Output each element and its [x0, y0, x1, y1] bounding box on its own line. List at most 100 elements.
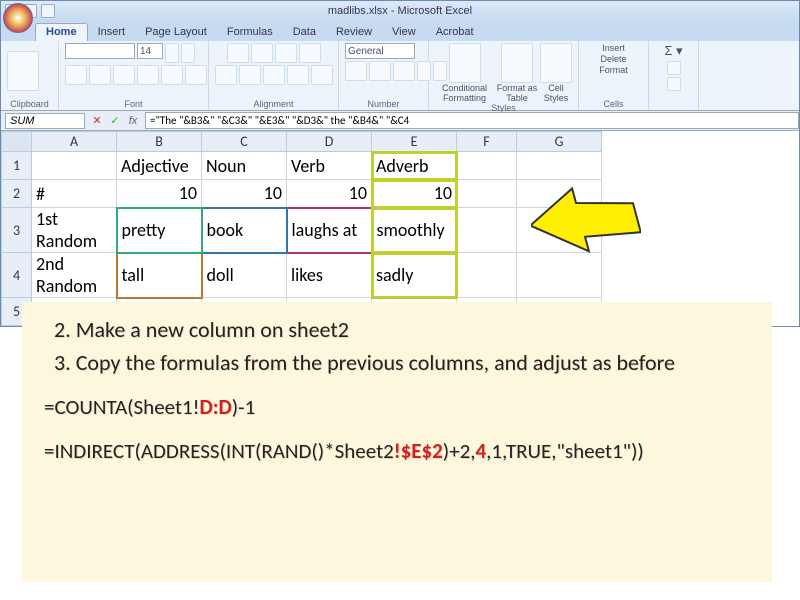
fat-label: Format as Table [496, 83, 538, 103]
grow-font-icon[interactable] [165, 43, 179, 63]
group-clipboard: Clipboard [7, 99, 52, 109]
cell[interactable]: pretty [117, 208, 202, 253]
format-as-table-button[interactable] [501, 43, 533, 83]
comma-icon[interactable] [393, 61, 415, 81]
tab-insert[interactable]: Insert [88, 24, 136, 41]
col-header[interactable]: C [202, 132, 287, 152]
cell[interactable]: doll [202, 253, 287, 298]
instruction-step-3: Copy the formulas from the previous colu… [54, 349, 750, 376]
formula-input[interactable]: ="The "&B3&" "&C3&" "&E3&" "&D3&" the "&… [145, 112, 799, 129]
percent-icon[interactable] [369, 61, 391, 81]
cell[interactable]: 2nd Random [32, 253, 117, 298]
bold-icon[interactable] [65, 65, 87, 85]
cancel-formula-icon[interactable]: ✕ [89, 113, 105, 129]
tab-acrobat[interactable]: Acrobat [426, 24, 484, 41]
cell[interactable]: 10 [202, 180, 287, 208]
redo-icon[interactable] [41, 4, 55, 18]
insert-cells-button[interactable]: Insert [602, 43, 625, 53]
tab-data[interactable]: Data [283, 24, 326, 41]
row-header[interactable]: 4 [2, 253, 32, 298]
cell[interactable]: laughs at [287, 208, 372, 253]
col-header[interactable]: A [32, 132, 117, 152]
currency-icon[interactable] [345, 61, 367, 81]
formula-example-1: =COUNTA(Sheet1!D:D)-1 [44, 394, 750, 420]
font-size-select[interactable]: 14 [137, 43, 163, 59]
cell[interactable] [517, 253, 602, 298]
office-button[interactable] [3, 3, 33, 33]
delete-cells-button[interactable]: Delete [600, 54, 626, 64]
paste-button[interactable] [7, 51, 39, 91]
cell[interactable]: tall [117, 253, 202, 298]
row-header[interactable]: 2 [2, 180, 32, 208]
col-header[interactable]: G [517, 132, 602, 152]
group-cells: Cells [585, 99, 642, 109]
name-box[interactable]: SUM [5, 113, 85, 129]
cell[interactable] [457, 152, 517, 180]
cell[interactable]: Noun [202, 152, 287, 180]
group-alignment: Alignment [215, 99, 332, 109]
shrink-font-icon[interactable] [181, 43, 195, 63]
align-middle-icon[interactable] [251, 43, 273, 63]
italic-icon[interactable] [89, 65, 111, 85]
cell[interactable] [517, 208, 602, 253]
tab-review[interactable]: Review [326, 24, 382, 41]
col-header[interactable]: F [457, 132, 517, 152]
row-header[interactable]: 3 [2, 208, 32, 253]
group-font: Font [65, 99, 202, 109]
cell[interactable]: 10 [287, 180, 372, 208]
formula-example-2: =INDIRECT(ADDRESS(INT(RAND()*Sheet2!$E$2… [44, 438, 750, 464]
align-bottom-icon[interactable] [275, 43, 297, 63]
fill-color-icon[interactable] [161, 65, 183, 85]
cell-styles-button[interactable] [540, 43, 572, 83]
border-icon[interactable] [137, 65, 159, 85]
conditional-formatting-button[interactable] [449, 43, 481, 83]
cell[interactable]: 1st Random [32, 208, 117, 253]
col-header[interactable]: B [117, 132, 202, 152]
cell[interactable] [517, 180, 602, 208]
cell[interactable]: book [202, 208, 287, 253]
cell[interactable]: 10 [372, 180, 457, 208]
cell[interactable]: likes [287, 253, 372, 298]
fill-icon[interactable] [667, 61, 681, 75]
align-left-icon[interactable] [215, 65, 237, 85]
autosum-icon[interactable]: Σ ▾ [664, 43, 682, 59]
window-title: madlibs.xlsx - Microsoft Excel [328, 5, 472, 17]
cell[interactable] [457, 208, 517, 253]
cell[interactable]: Adjective [117, 152, 202, 180]
cell[interactable] [32, 152, 117, 180]
tab-formulas[interactable]: Formulas [217, 24, 283, 41]
cell[interactable]: # [32, 180, 117, 208]
select-all-corner[interactable] [2, 132, 32, 152]
cell[interactable]: sadly [372, 253, 457, 298]
cf-label: Conditional Formatting [435, 83, 494, 103]
col-header[interactable]: D [287, 132, 372, 152]
tab-home[interactable]: Home [35, 23, 88, 41]
spreadsheet-grid[interactable]: A B C D E F G 1 Adjective Noun Verb Adve… [1, 131, 602, 326]
align-center-icon[interactable] [239, 65, 261, 85]
cell[interactable]: Adverb [372, 152, 457, 180]
orientation-icon[interactable] [299, 43, 321, 63]
cell[interactable]: Verb [287, 152, 372, 180]
number-format-select[interactable]: General [345, 43, 415, 59]
tab-page-layout[interactable]: Page Layout [135, 24, 217, 41]
cell[interactable]: smoothly [372, 208, 457, 253]
cell[interactable]: 10 [117, 180, 202, 208]
cell[interactable] [457, 253, 517, 298]
format-cells-button[interactable]: Format [599, 65, 628, 75]
cell[interactable] [517, 152, 602, 180]
indent-dec-icon[interactable] [287, 65, 309, 85]
align-right-icon[interactable] [263, 65, 285, 85]
row-header[interactable]: 1 [2, 152, 32, 180]
cell[interactable] [457, 180, 517, 208]
tab-view[interactable]: View [382, 24, 426, 41]
col-header[interactable]: E [372, 132, 457, 152]
indent-inc-icon[interactable] [311, 65, 333, 85]
underline-icon[interactable] [113, 65, 135, 85]
font-color-icon[interactable] [185, 65, 207, 85]
fx-icon[interactable]: fx [125, 113, 141, 129]
ribbon: Clipboard 14 Font [1, 41, 799, 111]
clear-icon[interactable] [667, 77, 681, 91]
align-top-icon[interactable] [227, 43, 249, 63]
enter-formula-icon[interactable]: ✓ [107, 113, 123, 129]
font-name-select[interactable] [65, 43, 135, 59]
